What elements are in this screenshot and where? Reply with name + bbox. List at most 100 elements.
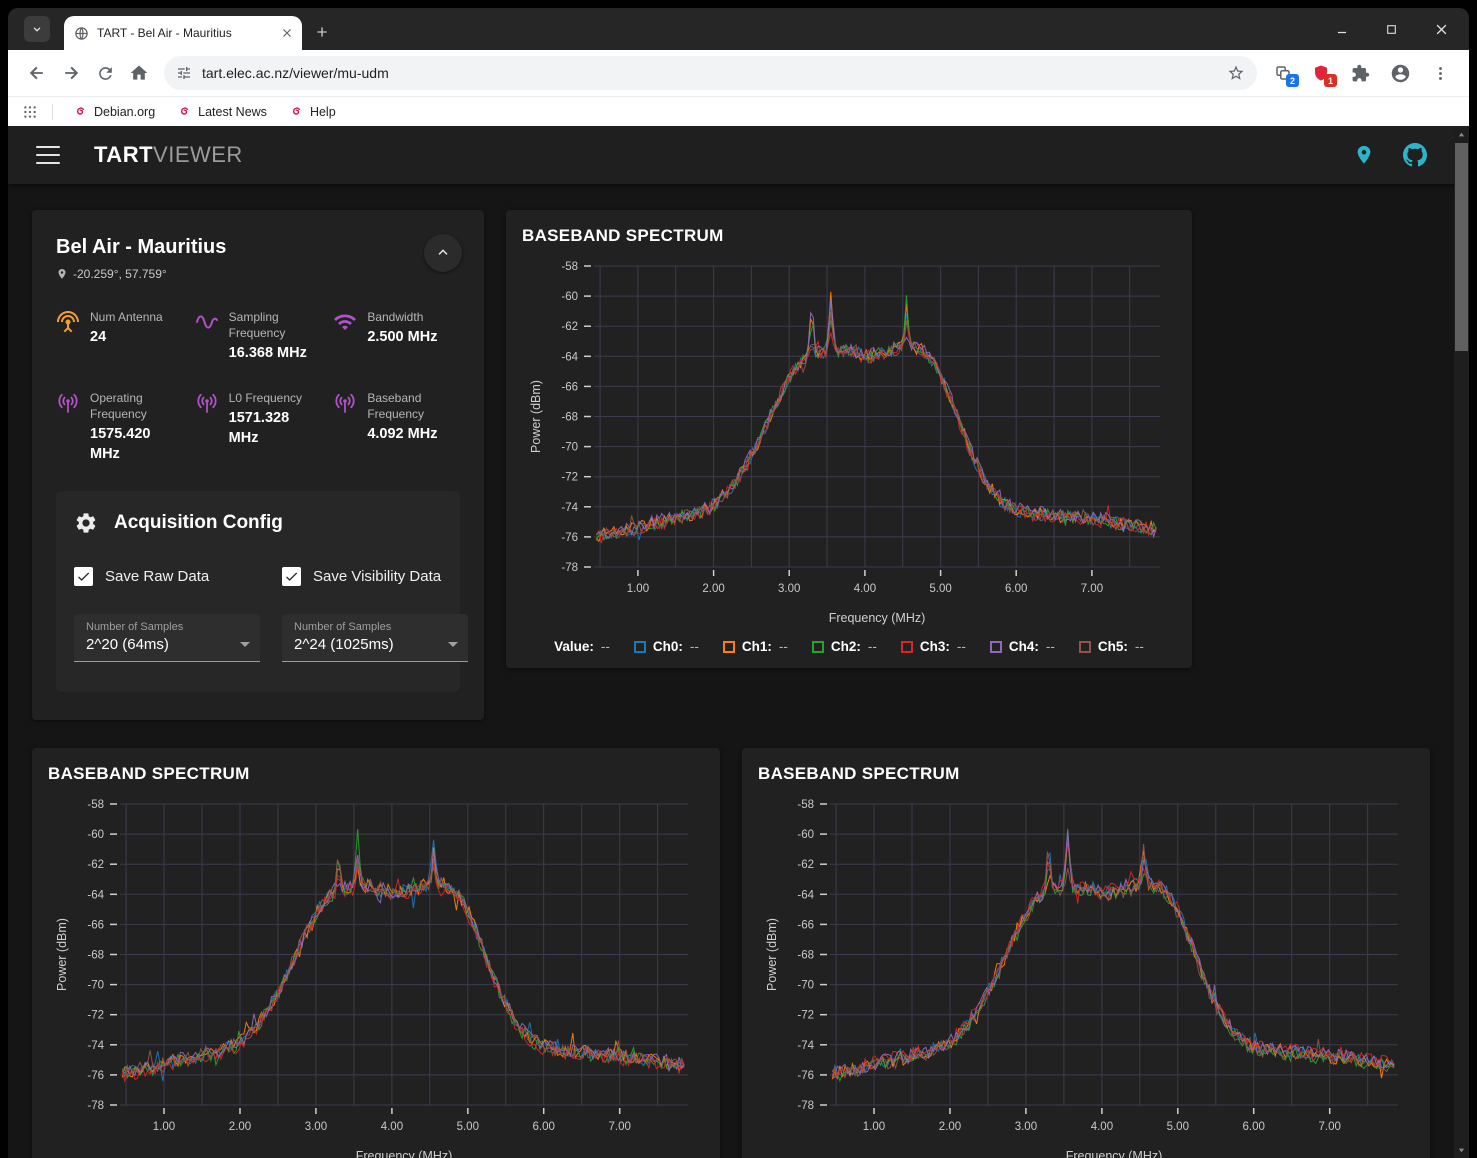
svg-text:-66: -66 <box>797 919 814 931</box>
ch2-swatch <box>812 641 824 653</box>
stat-value: 24 <box>90 327 163 347</box>
map-pin-icon[interactable] <box>1353 144 1375 166</box>
extension-icon-2[interactable]: 1 <box>1305 57 1337 89</box>
home-button[interactable] <box>122 56 156 90</box>
github-icon[interactable] <box>1403 143 1427 167</box>
stat-label: Bandwidth <box>367 309 437 325</box>
stat-value: 1575.420 MHz <box>90 424 183 465</box>
page-content: Bel Air - Mauritius -20.259°, 57.759° <box>8 184 1454 1158</box>
svg-text:-74: -74 <box>87 1039 104 1051</box>
scroll-up-icon[interactable] <box>1454 126 1469 142</box>
samples-select-visibility[interactable]: Number of Samples 2^24 (1025ms) <box>282 614 468 662</box>
tab-search-button[interactable] <box>24 16 50 42</box>
svg-text:-72: -72 <box>797 1009 814 1021</box>
legend-ch2[interactable]: Ch2: -- <box>812 639 877 654</box>
svg-text:-78: -78 <box>797 1100 814 1112</box>
baseband-spectrum-chart-3[interactable]: -78-76-74-72-70-68-66-64-62-60-581.002.0… <box>758 790 1414 1158</box>
legend-ch5[interactable]: Ch5: -- <box>1079 639 1144 654</box>
bookmarks-separator <box>52 104 53 120</box>
baseband-spectrum-chart-2[interactable]: -78-76-74-72-70-68-66-64-62-60-581.002.0… <box>48 790 704 1158</box>
svg-text:6.00: 6.00 <box>1243 1121 1265 1133</box>
close-button[interactable] <box>1434 22 1449 37</box>
legend-ch4[interactable]: Ch4: -- <box>990 639 1055 654</box>
svg-text:4.00: 4.00 <box>854 583 876 595</box>
checkbox-box[interactable] <box>74 567 93 586</box>
telescope-coordinates: -20.259°, 57.759° <box>56 267 460 281</box>
profile-avatar[interactable] <box>1383 56 1417 90</box>
stat-label: Sampling Frequency <box>229 309 322 341</box>
telescope-card: Bel Air - Mauritius -20.259°, 57.759° <box>32 210 484 720</box>
site-info-icon[interactable] <box>176 65 192 81</box>
chart-legend: Value: -- Ch0: -- Ch1: -- <box>522 639 1176 654</box>
reload-button[interactable] <box>88 56 122 90</box>
svg-text:3.00: 3.00 <box>778 583 800 595</box>
stat-sampling-frequency: Sampling Frequency 16.368 MHz <box>195 309 322 364</box>
svg-text:Power (dBm): Power (dBm) <box>529 380 543 453</box>
bookmark-star-icon[interactable] <box>1227 64 1245 82</box>
legend-ch3[interactable]: Ch3: -- <box>901 639 966 654</box>
svg-text:2.00: 2.00 <box>939 1121 961 1133</box>
bookmark-latest-news[interactable]: Latest News <box>171 102 273 121</box>
signal-tower-icon <box>333 391 357 415</box>
menu-hamburger-icon[interactable] <box>36 146 60 164</box>
bookmarks-bar: Debian.org Latest News Help <box>8 96 1469 126</box>
legend-ch0[interactable]: Ch0: -- <box>634 639 699 654</box>
svg-text:-58: -58 <box>561 261 578 273</box>
debian-swirl-icon <box>177 104 192 119</box>
browser-menu-icon[interactable] <box>1423 56 1457 90</box>
scroll-down-icon[interactable] <box>1454 1142 1469 1158</box>
svg-text:-74: -74 <box>797 1039 814 1051</box>
browser-titlebar[interactable]: TART - Bel Air - Mauritius <box>8 8 1469 50</box>
extension-icon-1[interactable]: 2 <box>1267 57 1299 89</box>
svg-text:7.00: 7.00 <box>1319 1121 1341 1133</box>
svg-text:-66: -66 <box>87 919 104 931</box>
page-scrollbar[interactable] <box>1454 126 1469 1158</box>
chart-title: BASEBAND SPECTRUM <box>48 764 704 784</box>
svg-text:-72: -72 <box>561 472 578 484</box>
collapse-card-button[interactable] <box>424 234 462 272</box>
forward-button[interactable] <box>54 56 88 90</box>
stat-l0-frequency: L0 Frequency 1571.328 MHz <box>195 390 322 465</box>
url-text[interactable]: tart.elec.ac.nz/viewer/mu-udm <box>202 65 1217 81</box>
tab-close-icon[interactable] <box>280 26 294 40</box>
svg-text:-70: -70 <box>797 979 814 991</box>
bookmark-help[interactable]: Help <box>283 102 342 121</box>
save-raw-data-checkbox[interactable]: Save Raw Data <box>74 567 260 586</box>
extensions-puzzle-icon[interactable] <box>1343 56 1377 90</box>
select-label: Number of Samples <box>294 621 458 633</box>
apps-grid-icon[interactable] <box>22 104 38 120</box>
save-visibility-data-checkbox[interactable]: Save Visibility Data <box>282 567 468 586</box>
svg-text:-70: -70 <box>561 442 578 454</box>
app-header: TARTVIEWER <box>8 126 1469 184</box>
legend-value: Value: -- <box>554 639 610 654</box>
bookmark-debian-org[interactable]: Debian.org <box>67 102 161 121</box>
new-tab-button[interactable] <box>308 18 336 46</box>
telescope-title: Bel Air - Mauritius <box>56 236 460 259</box>
legend-ch1[interactable]: Ch1: -- <box>723 639 788 654</box>
back-button[interactable] <box>20 56 54 90</box>
svg-text:-64: -64 <box>797 889 814 901</box>
bookmark-label: Debian.org <box>94 105 155 119</box>
stat-num-antenna: Num Antenna 24 <box>56 309 183 364</box>
svg-text:3.00: 3.00 <box>1015 1121 1037 1133</box>
debian-swirl-icon <box>73 104 88 119</box>
baseband-spectrum-chart-1[interactable]: -78-76-74-72-70-68-66-64-62-60-581.002.0… <box>522 252 1176 637</box>
maximize-button[interactable] <box>1385 23 1398 36</box>
url-bar[interactable]: tart.elec.ac.nz/viewer/mu-udm <box>164 56 1257 90</box>
samples-select-raw[interactable]: Number of Samples 2^20 (64ms) <box>74 614 260 662</box>
checkbox-box[interactable] <box>282 567 301 586</box>
debian-swirl-icon <box>289 104 304 119</box>
browser-tab[interactable]: TART - Bel Air - Mauritius <box>64 16 302 50</box>
svg-text:7.00: 7.00 <box>609 1121 631 1133</box>
check-icon <box>76 569 91 584</box>
gear-icon <box>74 511 98 535</box>
minimize-button[interactable] <box>1335 22 1349 36</box>
sine-wave-icon <box>195 310 219 334</box>
svg-text:4.00: 4.00 <box>381 1121 403 1133</box>
svg-text:-74: -74 <box>561 502 578 514</box>
svg-text:Power (dBm): Power (dBm) <box>765 918 779 991</box>
scrollbar-thumb[interactable] <box>1455 143 1468 351</box>
ch0-swatch <box>634 641 646 653</box>
brand-bold: TART <box>94 142 153 167</box>
svg-text:4.00: 4.00 <box>1091 1121 1113 1133</box>
